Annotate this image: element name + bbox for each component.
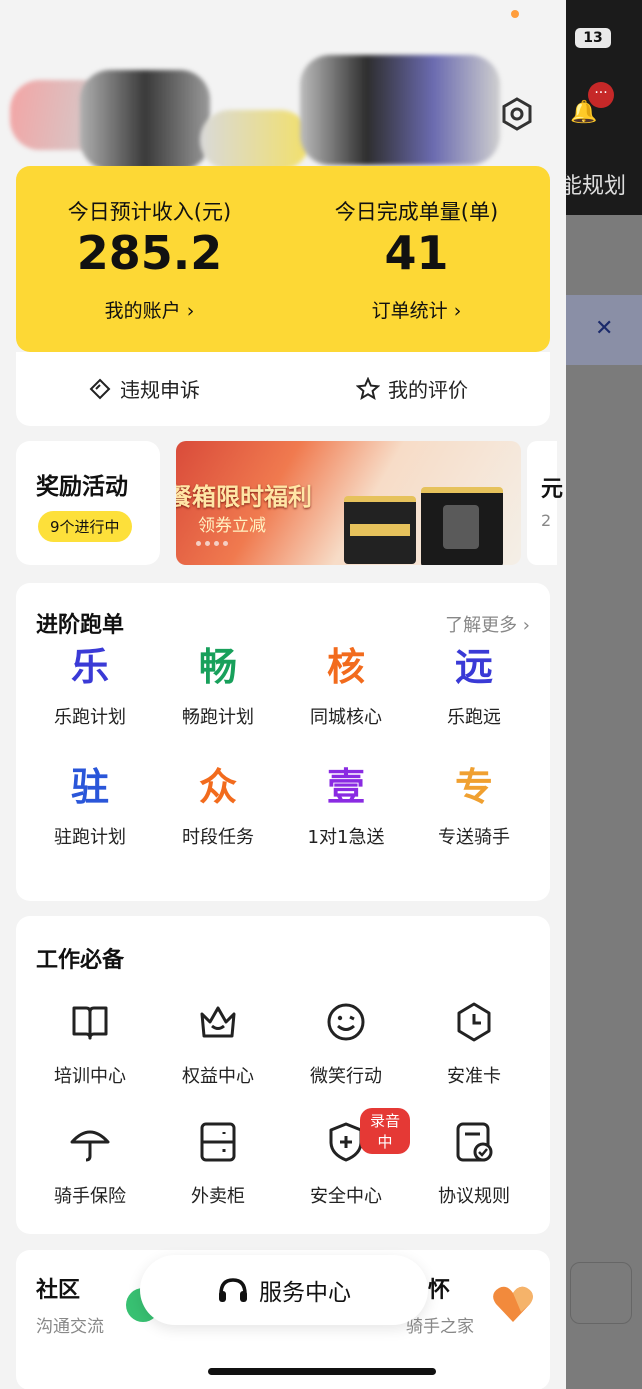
rating-button[interactable]: 我的评价 — [356, 374, 468, 403]
orders-value: 41 — [384, 226, 449, 280]
appeal-button[interactable]: 违规申诉 — [88, 374, 200, 403]
glyph-icon: 驻 — [70, 765, 109, 809]
peek-subtitle: 2 — [541, 511, 552, 530]
service-center-button[interactable]: 服务中心 — [140, 1255, 428, 1325]
work-section: 工作必备 培训中心 权益中心 微笑行动 安准卡 骑手保险 外卖柜 录音中 安全中… — [16, 916, 550, 1234]
food-locker-item[interactable]: 外卖柜 — [154, 1120, 282, 1208]
agreement-rules-item[interactable]: 协议规则 — [410, 1120, 538, 1208]
rating-label: 我的评价 — [388, 378, 468, 402]
crown-icon — [200, 1006, 236, 1038]
item-label: 畅跑计划 — [182, 707, 254, 728]
rider-home-title[interactable]: 怀 — [428, 1272, 450, 1304]
delivery-box-image — [344, 496, 416, 564]
settings-icon[interactable] — [500, 97, 534, 131]
chang-run-plan-item[interactable]: 畅畅跑计划 — [154, 645, 282, 729]
my-account-link[interactable]: 我的账户 › — [16, 296, 283, 323]
item-label: 乐跑远 — [447, 707, 501, 728]
umbrella-icon — [70, 1130, 110, 1162]
book-icon — [72, 1006, 108, 1040]
item-label: 同城核心 — [310, 707, 382, 728]
battery-indicator: 13 — [575, 28, 611, 48]
city-core-item[interactable]: 核同城核心 — [282, 645, 410, 729]
item-label: 外卖柜 — [191, 1186, 245, 1207]
reward-count-badge: 9个进行中 — [38, 511, 132, 542]
service-center-label: 服务中心 — [259, 1280, 351, 1306]
home-indicator[interactable] — [208, 1368, 436, 1375]
clock-card-icon — [457, 1002, 491, 1042]
background-app: 13 🔔 ··· 能规划 ✕ — [560, 0, 642, 1389]
locker-icon — [200, 1122, 236, 1162]
time-slot-task-item[interactable]: 众时段任务 — [154, 765, 282, 849]
punctuality-card-item[interactable]: 安准卡 — [410, 1000, 538, 1088]
dedicated-rider-item[interactable]: 专专送骑手 — [410, 765, 538, 849]
item-label: 培训中心 — [54, 1066, 126, 1087]
item-label: 驻跑计划 — [54, 827, 126, 848]
smile-action-item[interactable]: 微笑行动 — [282, 1000, 410, 1088]
income-label: 今日预计收入(元) — [67, 200, 232, 224]
delivery-box-image — [421, 487, 503, 565]
side-drawer: 今日预计收入(元) 285.2 我的账户 › 今日完成单量(单) 41 订单统计… — [0, 0, 566, 1389]
glyph-icon: 畅 — [198, 645, 237, 689]
le-run-far-item[interactable]: 远乐跑远 — [410, 645, 538, 729]
safety-center-item[interactable]: 录音中 安全中心 — [282, 1108, 410, 1208]
redacted-area — [200, 110, 310, 170]
smile-icon — [327, 1003, 365, 1041]
earnings-card: 今日预计收入(元) 285.2 我的账户 › 今日完成单量(单) 41 订单统计… — [16, 166, 550, 352]
star-icon — [356, 376, 380, 400]
promo-banner[interactable]: 餐箱限时福利 领券立减 — [176, 441, 521, 565]
status-dot — [511, 10, 519, 18]
one-to-one-express-item[interactable]: 壹 1对1急送 — [282, 765, 410, 849]
income-value: 285.2 — [76, 226, 223, 280]
section-title: 进阶跑单 — [36, 613, 125, 638]
le-run-plan-item[interactable]: 乐乐跑计划 — [26, 645, 154, 729]
item-label: 协议规则 — [438, 1186, 510, 1207]
advanced-section: 进阶跑单 了解更多 › 乐乐跑计划畅畅跑计划核同城核心远乐跑远驻驻跑计划众时段任… — [16, 583, 550, 901]
notification-badge: ··· — [588, 82, 614, 108]
community-subtitle: 沟通交流 — [36, 1317, 104, 1337]
benefits-center-item[interactable]: 权益中心 — [154, 1000, 282, 1088]
item-label: 1对1急送 — [307, 827, 385, 848]
order-stats-link[interactable]: 订单统计 › — [283, 296, 550, 323]
glyph-icon: 众 — [198, 765, 237, 809]
heart-icon — [493, 1286, 533, 1322]
section-title: 工作必备 — [36, 948, 125, 973]
item-label: 专送骑手 — [438, 827, 510, 848]
quick-actions: 违规申诉 我的评价 — [16, 352, 550, 426]
training-center-item[interactable]: 培训中心 — [26, 1000, 154, 1088]
learn-more-link[interactable]: 了解更多 › — [445, 611, 530, 637]
item-label: 乐跑计划 — [54, 707, 126, 728]
peek-title: 元 — [541, 477, 564, 502]
item-label: 权益中心 — [182, 1066, 254, 1087]
zhu-run-plan-item[interactable]: 驻驻跑计划 — [26, 765, 154, 849]
close-icon: ✕ — [595, 316, 614, 341]
recording-badge: 录音中 — [360, 1108, 410, 1154]
orders-label: 今日完成单量(单) — [334, 200, 499, 224]
background-tab-text: 能规划 — [560, 174, 627, 199]
background-card — [570, 1262, 632, 1324]
appeal-label: 违规申诉 — [120, 378, 200, 402]
item-label: 骑手保险 — [54, 1186, 126, 1207]
glyph-icon: 专 — [454, 765, 493, 809]
banner-subtitle: 领券立减 — [198, 516, 266, 536]
banner-title: 餐箱限时福利 — [176, 483, 312, 511]
document-check-icon — [456, 1122, 493, 1162]
carousel-dots — [196, 541, 228, 546]
glyph-icon: 壹 — [326, 765, 365, 809]
next-card-peek[interactable]: 元 2 — [527, 441, 563, 565]
reward-card[interactable]: 奖励活动 9个进行中 — [16, 441, 160, 565]
rider-insurance-item[interactable]: 骑手保险 — [26, 1120, 154, 1208]
item-label: 安全中心 — [310, 1186, 382, 1207]
redacted-area — [80, 70, 210, 170]
headset-icon — [219, 1278, 247, 1302]
glyph-icon: 远 — [454, 645, 493, 689]
reward-title: 奖励活动 — [36, 474, 128, 500]
community-title[interactable]: 社区 — [36, 1272, 80, 1304]
item-label: 微笑行动 — [310, 1066, 382, 1087]
glyph-icon: 乐 — [70, 645, 109, 689]
redacted-area — [300, 55, 500, 165]
item-label: 时段任务 — [182, 827, 254, 848]
appeal-icon — [89, 378, 111, 399]
glyph-icon: 核 — [326, 645, 365, 689]
item-label: 安准卡 — [447, 1066, 501, 1087]
